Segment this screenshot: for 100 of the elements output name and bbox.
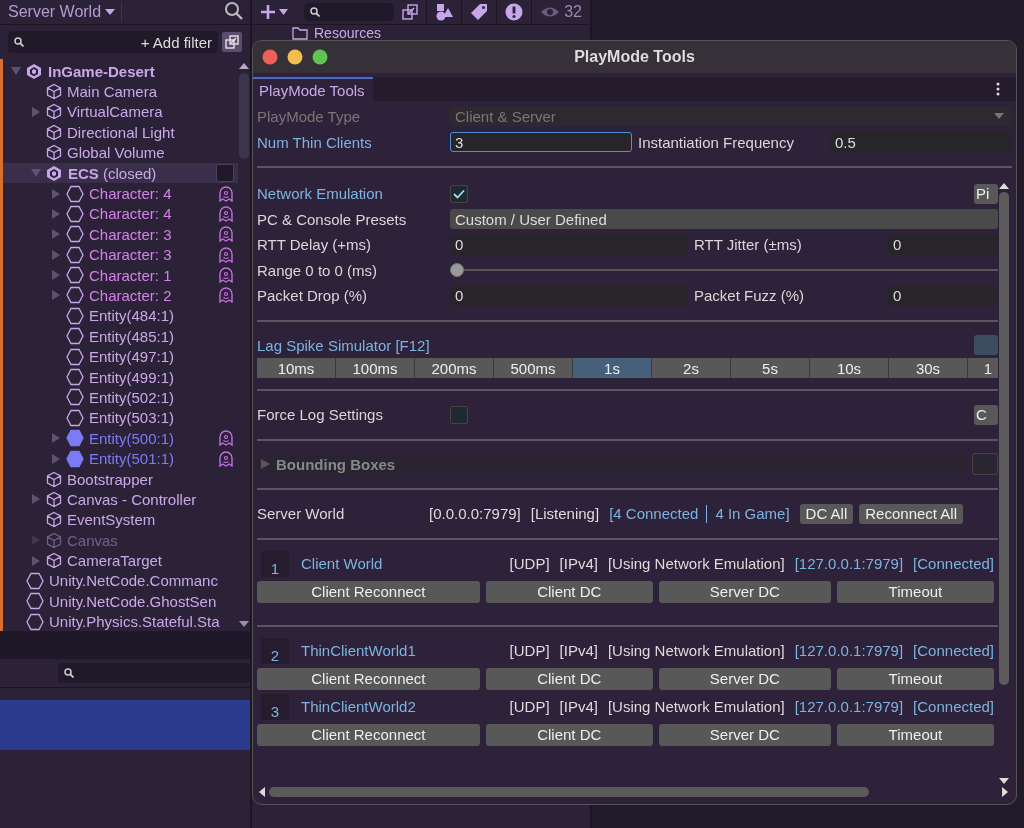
action-button[interactable]: Server DC [658,723,831,746]
warning-icon [505,3,524,21]
number-field[interactable]: 0.5 [830,132,1012,152]
number-field[interactable]: 3 [450,132,632,152]
tree-item[interactable]: CameraTarget [3,550,238,571]
number-field[interactable]: 0 [450,234,688,255]
action-button[interactable]: Client Reconnect [257,667,480,690]
action-button[interactable]: Server DC [658,667,831,690]
hexagon-icon [26,571,44,590]
scrollbar-thumb[interactable] [239,73,249,159]
tree-item[interactable]: Unity.NetCode.Commanc [3,570,238,592]
hexagon-icon [66,368,84,387]
duration-button[interactable]: 10s [810,358,889,378]
cube-icon [46,144,62,162]
cube-icon [46,552,62,570]
tag-text: [UDP] [509,642,550,659]
duration-button[interactable]: 200ms [415,358,494,378]
duration-button[interactable]: 100ms [336,358,415,378]
tree-item[interactable]: InGame-Desert [3,61,238,82]
duration-button[interactable]: 5s [731,358,810,378]
field-label: Server World [257,505,346,523]
duration-button[interactable]: 1s [573,358,652,378]
number-field[interactable]: 0 [450,285,688,306]
tree-item[interactable]: Entity(484:1) [3,305,238,327]
duration-button[interactable]: 500ms [494,358,573,378]
tag-icon [470,3,489,21]
tree-item[interactable]: Entity(503:1) [3,407,238,429]
world-dropdown[interactable]: Server World [8,3,116,21]
checkbox[interactable] [216,164,234,183]
tree-item[interactable]: Entity(497:1) [3,346,238,367]
tree-item[interactable]: Character: 2 [3,285,238,306]
duration-button[interactable]: 2s [652,358,731,378]
tree-item[interactable]: Unity.NetCode.GhostSen [3,591,238,612]
search-field[interactable]: + Add filter [8,31,218,53]
number-field[interactable]: 0 [888,234,998,255]
scrollbar-thumb[interactable] [269,787,869,797]
action-button[interactable]: Client DC [485,580,653,603]
popout-button[interactable] [222,32,242,52]
tree-item[interactable]: Character: 1 [3,264,238,286]
search-field[interactable] [304,3,395,21]
checkbox[interactable] [450,405,468,424]
tree-item[interactable]: Entity(485:1) [3,326,238,347]
action-button[interactable]: Timeout [836,667,994,690]
tree-item[interactable]: Entity(499:1) [3,366,238,388]
hexagon-icon [66,245,84,264]
eye-icon [540,6,561,18]
action-button[interactable]: DC All [799,503,854,524]
ghost-icon [218,226,234,243]
action-button[interactable]: Reconnect All [859,503,963,524]
duration-button[interactable]: 10ms [257,358,336,378]
tree-item[interactable]: ECS (closed) [3,162,238,184]
action-button[interactable]: Client Reconnect [257,723,480,746]
search-field[interactable] [58,663,250,683]
action-button[interactable]: Client DC [485,723,653,746]
search-icon [224,1,244,21]
tree-item[interactable]: Directional Light [3,122,238,143]
scrollbar-thumb[interactable] [999,192,1009,685]
hexagon-icon [66,286,84,305]
tree-item[interactable]: Entity(502:1) [3,387,238,408]
popout-icon [225,35,239,49]
checkbox[interactable] [450,184,468,203]
tree-item[interactable]: Bootstrapper [3,468,238,490]
tree-item[interactable]: EventSystem [3,509,238,530]
duration-button[interactable]: 1 [968,358,998,378]
toggle-button[interactable] [974,335,998,356]
tree-item[interactable]: Canvas - Controller [3,489,238,510]
toggle-button[interactable] [972,453,998,476]
tree-item[interactable]: Unity.Physics.Stateful.Sta [3,611,238,631]
field-label: Instantiation Frequency [638,133,795,151]
field-label: Packet Fuzz (%) [694,287,806,305]
action-button[interactable]: Timeout [836,580,994,603]
duration-button[interactable]: 30s [889,358,968,378]
tree-item[interactable]: Global Volume [3,142,238,163]
ghost-icon [218,185,234,202]
add-filter-button[interactable]: + Add filter [140,33,212,51]
search-icon [310,7,320,17]
tree-item[interactable]: Character: 4 [3,183,238,204]
tree-item[interactable]: Character: 3 [3,244,238,265]
log-button[interactable]: C [974,404,998,425]
hexagon-icon [66,225,84,244]
tree-item[interactable]: Main Camera [3,81,238,102]
foldout-header[interactable]: Bounding Boxes [257,452,966,476]
folder-item[interactable]: Resources [292,26,381,40]
tree-item[interactable]: VirtualCamera [3,101,238,123]
check-icon [453,188,465,199]
tree-item[interactable]: Character: 4 [3,203,238,225]
visibility-button[interactable]: 32 [531,0,590,24]
tag-text: [Using Network Emulation] [607,642,785,659]
action-button[interactable]: Timeout [836,723,994,746]
dropdown[interactable]: Custom / User Defined [450,209,998,230]
tree-item[interactable]: Character: 3 [3,224,238,245]
tree-item[interactable]: Entity(500:1) [3,428,238,449]
number-field[interactable]: 0 [888,285,998,306]
tab[interactable]: PlayMode Tools [253,77,373,101]
tree-item[interactable]: Entity(501:1) [3,448,238,469]
action-button[interactable]: Client DC [485,667,653,690]
action-button[interactable]: Client Reconnect [257,580,480,603]
tag-text: [IPv4] [559,642,598,659]
ping-button[interactable]: Pi [974,183,998,204]
action-button[interactable]: Server DC [658,580,831,603]
